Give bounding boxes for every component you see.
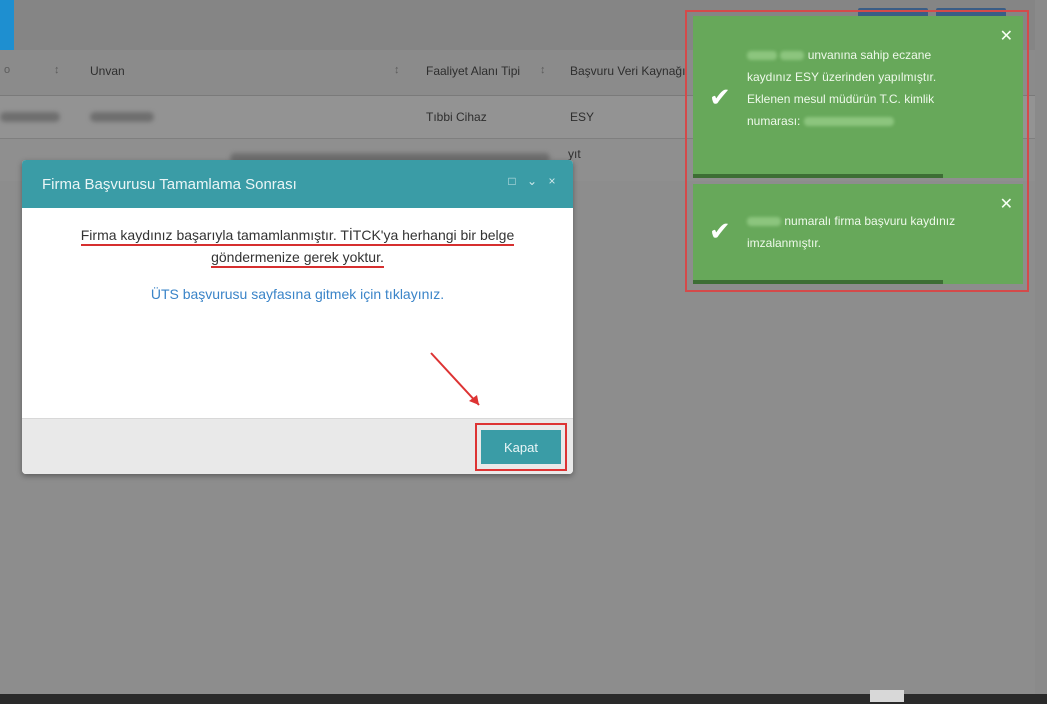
bottom-chip[interactable] bbox=[870, 690, 904, 702]
close-icon[interactable]: ✕ bbox=[1000, 26, 1013, 46]
redacted-value bbox=[747, 217, 781, 227]
cell-kaynak: ESY bbox=[570, 110, 595, 124]
sort-icon[interactable]: ↕ bbox=[54, 64, 60, 76]
notification-line: numarası: bbox=[747, 114, 801, 128]
message-line-2: göndermenize gerek yoktur. bbox=[211, 249, 384, 268]
highlight-frame: Kapat bbox=[475, 423, 567, 471]
annotation-arrow-icon bbox=[430, 352, 480, 406]
notification-toast: ✔ ✕ unvanına sahip eczane kaydınız ESY ü… bbox=[693, 16, 1023, 178]
notification-text: unvanına sahip eczane kaydınız ESY üzeri… bbox=[747, 44, 977, 132]
notification-line: unvanına sahip eczane bbox=[807, 48, 932, 62]
column-header-kaynak[interactable]: Başvuru Veri Kaynağı bbox=[570, 64, 685, 78]
check-icon: ✔ bbox=[709, 216, 731, 246]
uts-application-link[interactable]: ÜTS başvurusu sayfasına gitmek için tıkl… bbox=[52, 286, 543, 302]
modal-footer: Kapat bbox=[22, 418, 573, 474]
close-icon[interactable]: ✕ bbox=[1000, 194, 1013, 214]
check-icon: ✔ bbox=[709, 82, 731, 112]
scrollbar-track[interactable] bbox=[1035, 0, 1047, 704]
notification-line: imzalanmıştır. bbox=[747, 236, 822, 250]
close-icon[interactable]: × bbox=[545, 174, 559, 188]
column-header-faaliyet[interactable]: Faaliyet Alanı Tipi bbox=[426, 64, 520, 78]
modal-title: Firma Başvurusu Tamamlama Sonrası bbox=[42, 176, 297, 193]
notification-line: Eklenen mesul müdürün T.C. kimlik bbox=[747, 92, 935, 106]
bottom-bar bbox=[0, 690, 1047, 704]
success-message: Firma kaydınız başarıyla tamamlanmıştır.… bbox=[52, 224, 543, 268]
notification-progress bbox=[693, 174, 943, 178]
close-button[interactable]: Kapat bbox=[481, 430, 561, 464]
redacted-value bbox=[747, 51, 777, 61]
message-line-1: Firma kaydınız başarıyla tamamlanmıştır.… bbox=[80, 227, 515, 246]
notification-text: numaralı firma başvuru kaydınız imzalanm… bbox=[747, 210, 977, 254]
cell-faaliyet: Tıbbi Cihaz bbox=[426, 110, 487, 124]
notification-toast: ✔ ✕ numaralı firma başvuru kaydınız imza… bbox=[693, 184, 1023, 284]
maximize-icon[interactable]: □ bbox=[505, 174, 519, 188]
sort-icon[interactable]: ↕ bbox=[394, 64, 400, 76]
redacted-value bbox=[780, 51, 805, 61]
redacted-value bbox=[803, 117, 894, 127]
notification-line: kaydınız ESY üzerinden yapılmıştır. bbox=[747, 70, 937, 84]
cell-tail: yıt bbox=[568, 147, 581, 161]
redacted-value bbox=[0, 112, 60, 122]
completion-modal: Firma Başvurusu Tamamlama Sonrası □ ⌄ × … bbox=[22, 160, 573, 474]
minimize-icon[interactable]: ⌄ bbox=[525, 174, 539, 188]
column-header-unvan[interactable]: Unvan bbox=[90, 64, 125, 78]
redacted-value bbox=[90, 112, 154, 122]
sort-icon[interactable]: o bbox=[4, 64, 10, 76]
notification-line: numaralı firma başvuru kaydınız bbox=[784, 214, 956, 228]
notification-progress bbox=[693, 280, 943, 284]
sort-icon[interactable]: ↕ bbox=[540, 64, 546, 76]
modal-header: Firma Başvurusu Tamamlama Sonrası □ ⌄ × bbox=[22, 160, 573, 208]
notification-highlight-frame: ✔ ✕ unvanına sahip eczane kaydınız ESY ü… bbox=[685, 10, 1029, 292]
modal-window-controls: □ ⌄ × bbox=[505, 174, 559, 188]
